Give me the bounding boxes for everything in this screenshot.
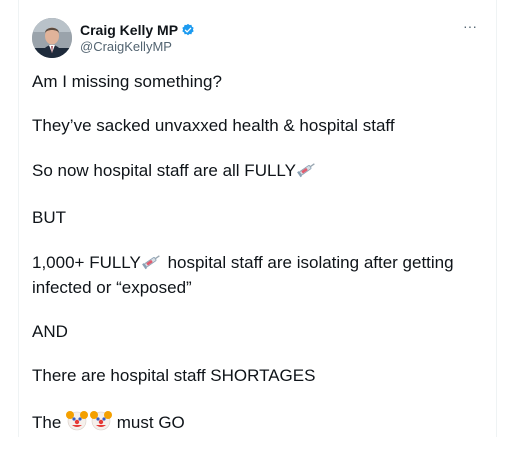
tweet-line: So now hospital staff are all FULLY bbox=[32, 159, 472, 185]
tweet-line-text: 1,000+ FULLY bbox=[32, 253, 141, 272]
more-dots-icon: ··· bbox=[463, 18, 477, 34]
tweet-line-text: They’ve sacked unvaxxed health & hospita… bbox=[32, 116, 395, 135]
tweet-line: They’ve sacked unvaxxed health & hospita… bbox=[32, 115, 472, 137]
tweet-line: AND bbox=[32, 321, 472, 343]
timeline-border-left bbox=[18, 0, 19, 437]
avatar-image bbox=[32, 18, 72, 58]
author-info[interactable]: Craig Kelly MP @CraigKellyMP bbox=[80, 21, 195, 54]
author-avatar[interactable] bbox=[32, 18, 72, 58]
tweet-line-text: The bbox=[32, 413, 67, 432]
author-display-name[interactable]: Craig Kelly MP bbox=[80, 22, 178, 38]
more-options-button[interactable]: ··· bbox=[460, 18, 480, 36]
tweet-page: Craig Kelly MP @CraigKellyMP ··· Am I mi… bbox=[0, 0, 508, 437]
syringe-icon bbox=[141, 251, 163, 277]
tweet-line: The must GO bbox=[32, 409, 472, 437]
clown-face-icon bbox=[66, 409, 113, 437]
tweet-text: Am I missing something? They’ve sacked u… bbox=[32, 71, 472, 459]
tweet-line: Am I missing something? bbox=[32, 71, 472, 93]
tweet-line-text: must GO bbox=[112, 413, 185, 432]
verified-badge-icon bbox=[181, 23, 195, 37]
tweet-line: 1,000+ FULLY hospital staff are isolatin… bbox=[32, 251, 472, 299]
tweet-line-text: AND bbox=[32, 322, 68, 341]
author-handle[interactable]: @CraigKellyMP bbox=[80, 39, 195, 54]
tweet-line-text: So now hospital staff are all FULLY bbox=[32, 161, 296, 180]
syringe-icon bbox=[296, 159, 318, 185]
tweet-line: BUT bbox=[32, 207, 472, 229]
tweet-line: There are hospital staff SHORTAGES bbox=[32, 365, 472, 387]
tweet-line-text: Am I missing something? bbox=[32, 72, 222, 91]
tweet-line-text: There are hospital staff SHORTAGES bbox=[32, 366, 316, 385]
tweet-line-text: BUT bbox=[32, 208, 66, 227]
timeline-border-right bbox=[496, 0, 497, 437]
